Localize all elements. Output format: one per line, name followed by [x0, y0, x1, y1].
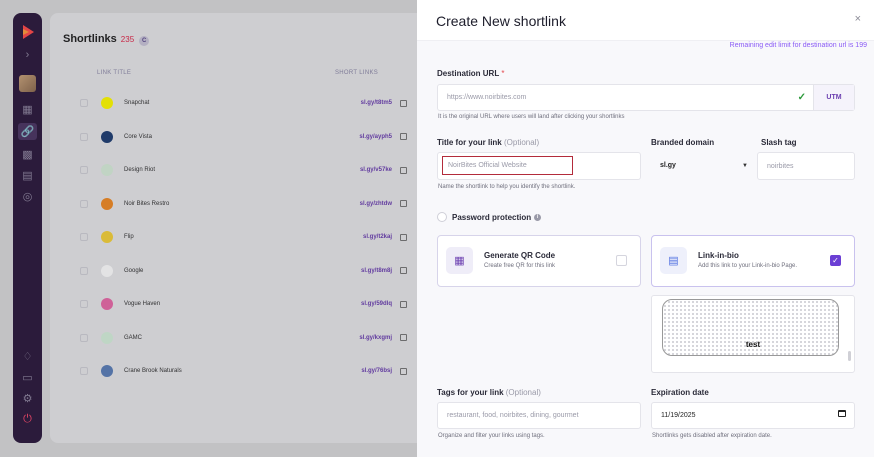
tags-hint: Organize and filter your links using tag… — [438, 433, 545, 439]
qr-subtitle: Create free QR for this link — [484, 263, 556, 269]
qr-icon: ▦ — [446, 247, 473, 274]
slash-tag-label: Slash tag — [761, 138, 797, 147]
qr-card[interactable]: ▦ Generate QR Code Create free QR for th… — [437, 235, 641, 287]
calendar-icon[interactable] — [838, 410, 846, 417]
tags-label: Tags for your link (Optional) — [437, 388, 541, 397]
destination-label: Destination URL * — [437, 69, 505, 78]
qr-checkbox[interactable] — [616, 255, 627, 266]
bio-subtitle: Add this link to your Link-in-bio Page. — [698, 263, 798, 269]
close-icon[interactable]: × — [855, 13, 861, 25]
document-icon: ▤ — [660, 247, 687, 274]
slash-tag-input[interactable]: noirbites — [757, 152, 855, 180]
destination-url-input[interactable]: https://www.noirbites.com ✓ UTM — [437, 84, 855, 111]
create-shortlink-modal: Create New shortlink × Remaining edit li… — [417, 0, 874, 457]
bio-checkbox[interactable]: ✓ — [830, 255, 841, 266]
info-icon[interactable]: i — [534, 214, 542, 222]
check-icon: ✓ — [797, 92, 806, 103]
expiration-label: Expiration date — [651, 388, 709, 397]
qr-title: Generate QR Code — [484, 251, 556, 260]
scrollbar[interactable] — [848, 351, 851, 361]
modal-title: Create New shortlink — [436, 13, 566, 29]
backdrop[interactable] — [0, 0, 417, 457]
destination-hint: It is the original URL where users will … — [438, 114, 625, 120]
bio-title: Link-in-bio — [698, 251, 739, 260]
edit-limit-note: Remaining edit limit for destination url… — [729, 42, 867, 49]
utm-button[interactable]: UTM — [813, 85, 854, 110]
branded-domain-select[interactable]: sl.gy ▼ — [651, 152, 757, 179]
modal-header: Create New shortlink × — [417, 0, 874, 41]
bio-preview: test — [651, 295, 855, 373]
modal-body: Remaining edit limit for destination url… — [417, 41, 874, 457]
preview-text: test — [745, 340, 761, 349]
expiration-hint: Shortlinks gets disabled after expiratio… — [652, 433, 772, 439]
title-input-focus[interactable]: NoirBites Official Website — [442, 156, 573, 175]
title-input[interactable]: NoirBites Official Website — [437, 152, 641, 180]
branded-domain-label: Branded domain — [651, 138, 715, 147]
expiration-date-input[interactable]: 11/19/2025 — [651, 402, 855, 429]
tags-input[interactable]: restaurant, food, noirbites, dining, gou… — [437, 402, 641, 429]
title-hint: Name the shortlink to help you identify … — [438, 184, 576, 190]
password-toggle[interactable] — [437, 212, 447, 222]
caret-down-icon: ▼ — [742, 162, 748, 169]
password-label: Password protection i — [452, 213, 542, 222]
title-label: Title for your link (Optional) — [437, 138, 540, 147]
link-in-bio-card[interactable]: ▤ Link-in-bio Add this link to your Link… — [651, 235, 855, 287]
